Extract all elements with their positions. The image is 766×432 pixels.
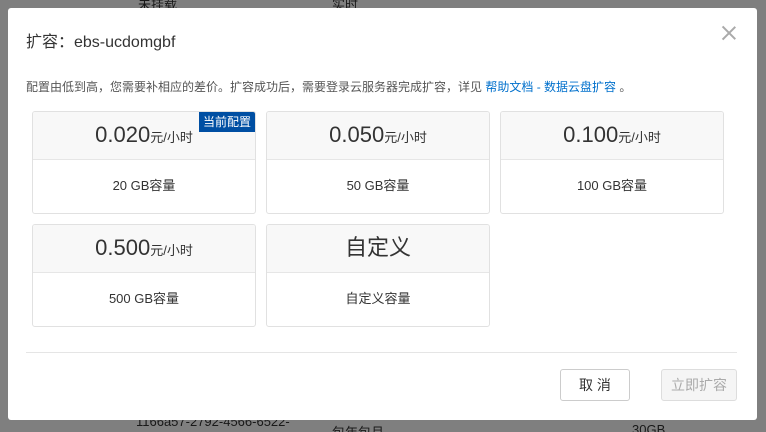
capacity-label: 500 GB容量 bbox=[108, 291, 180, 306]
description-text: 配置由低到高，您需要补相应的差价。扩容成功后，需要登录云服务器完成扩容，详见 bbox=[26, 80, 483, 94]
card-price-area: 0.050元/小时 bbox=[267, 112, 489, 160]
price-unit: 元/小时 bbox=[150, 130, 193, 145]
card-price-area: 0.100元/小时 bbox=[501, 112, 723, 160]
footer-divider bbox=[26, 352, 737, 353]
dialog-title: 扩容：ebs-ucdomgbf bbox=[26, 34, 176, 51]
card-price-area: 0.500元/小时 bbox=[33, 225, 255, 273]
expand-now-button[interactable]: 立即扩容 bbox=[661, 369, 737, 401]
cancel-button[interactable]: 取 消 bbox=[560, 369, 630, 401]
current-config-badge: 当前配置 bbox=[198, 112, 255, 132]
help-doc-link[interactable]: 帮助文档 - 数据云盘扩容 bbox=[485, 80, 616, 94]
price-unit: 元/小时 bbox=[150, 243, 193, 258]
expand-dialog: 扩容：ebs-ucdomgbf 配置由低到高，您需要补相应的差价。扩容成功后，需… bbox=[8, 8, 757, 420]
dialog-description: 配置由低到高，您需要补相应的差价。扩容成功后，需要登录云服务器完成扩容，详见 帮… bbox=[26, 78, 631, 95]
price-value: 0.500 bbox=[95, 235, 151, 260]
price-value: 0.100 bbox=[563, 122, 619, 147]
capacity-label: 100 GB容量 bbox=[576, 178, 648, 193]
price-unit: 元/小时 bbox=[618, 130, 661, 145]
capacity-label: 自定义容量 bbox=[345, 291, 411, 306]
card-title-area: 自定义 bbox=[267, 225, 489, 273]
custom-title: 自定义 bbox=[344, 235, 411, 260]
capacity-option-50gb[interactable]: 0.050元/小时 50 GB容量 bbox=[266, 111, 490, 214]
price-unit: 元/小时 bbox=[384, 130, 427, 145]
description-suffix: 。 bbox=[619, 80, 632, 94]
capacity-option-100gb[interactable]: 0.100元/小时 100 GB容量 bbox=[500, 111, 724, 214]
capacity-option-custom[interactable]: 自定义 自定义容量 bbox=[266, 224, 490, 327]
price-value: 0.050 bbox=[329, 122, 385, 147]
price-value: 0.020 bbox=[95, 122, 151, 147]
capacity-option-500gb[interactable]: 0.500元/小时 500 GB容量 bbox=[32, 224, 256, 327]
capacity-label: 50 GB容量 bbox=[346, 178, 410, 193]
capacity-label: 20 GB容量 bbox=[112, 178, 176, 193]
close-icon[interactable] bbox=[721, 25, 737, 41]
capacity-option-20gb[interactable]: 0.020元/小时 20 GB容量 当前配置 bbox=[32, 111, 256, 214]
